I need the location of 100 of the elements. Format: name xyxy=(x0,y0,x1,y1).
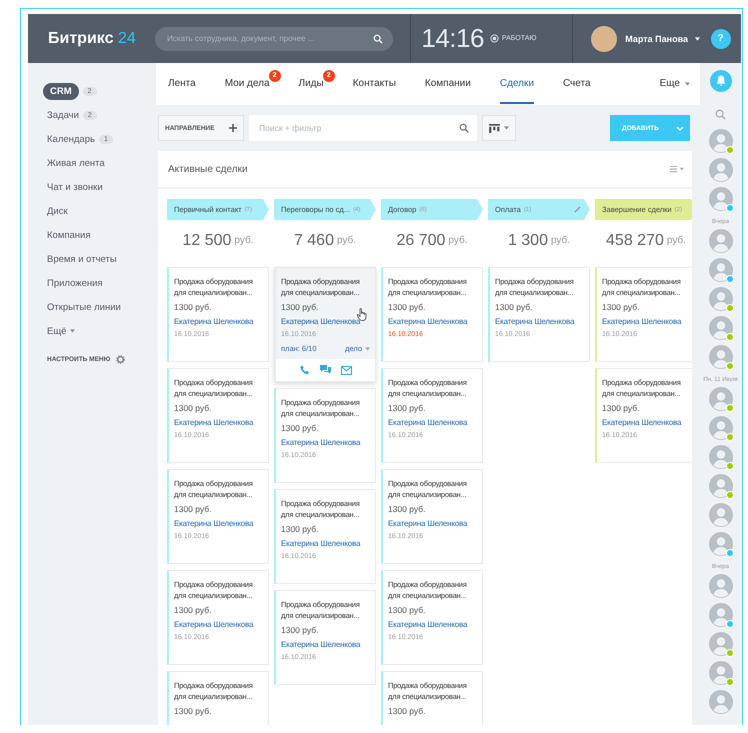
contact-avatar[interactable] xyxy=(708,603,732,627)
deal-price: 1300 руб. xyxy=(174,504,212,514)
tab[interactable]: Лиды xyxy=(298,64,324,104)
search-icon xyxy=(459,123,469,133)
person-link[interactable]: Екатерина Шеленкова xyxy=(174,620,254,629)
menu-icon[interactable] xyxy=(670,166,684,172)
search-bar[interactable]: Искать сотрудника, документ, прочее ... xyxy=(155,26,394,50)
contact-avatar[interactable] xyxy=(708,416,732,440)
deal-price: 1300 руб. xyxy=(388,504,426,514)
deal-price: 1300 руб. xyxy=(388,302,426,312)
person-link[interactable]: Екатерина Шеленкова xyxy=(602,418,682,427)
chat-icon[interactable] xyxy=(320,365,330,375)
search-icon xyxy=(373,34,384,44)
deal-price: 1300 руб. xyxy=(602,403,640,413)
sidebar-item[interactable]: Календарь xyxy=(47,134,95,144)
deal-price: 1300 руб. xyxy=(174,403,212,413)
caret-icon xyxy=(504,126,509,130)
person-link[interactable]: Екатерина Шеленкова xyxy=(388,519,468,528)
search-icon[interactable] xyxy=(715,108,726,120)
contact-avatar[interactable] xyxy=(708,345,732,369)
contact-avatar[interactable] xyxy=(708,387,732,411)
person-link[interactable]: Екатерина Шеленкова xyxy=(495,317,574,326)
sidebar-item[interactable]: Диск xyxy=(47,206,68,216)
chevron-icon xyxy=(676,126,684,130)
person-link[interactable]: Екатерина Шеленкова xyxy=(281,640,360,649)
contact-avatar[interactable] xyxy=(708,661,732,685)
sidebar-item[interactable]: Компания xyxy=(47,230,90,240)
contact-avatar[interactable] xyxy=(708,632,732,656)
deal-price: 1300 руб. xyxy=(281,302,318,312)
person-link[interactable]: Екатерина Шеленкова xyxy=(281,438,360,447)
sidebar-item[interactable]: Ещё xyxy=(47,326,66,336)
caret-icon[interactable] xyxy=(695,36,700,40)
contact-avatar[interactable] xyxy=(708,690,732,714)
sidebar-item[interactable]: Живая лента xyxy=(47,158,105,168)
more-tab[interactable]: Еще xyxy=(660,64,680,104)
contact-avatar[interactable] xyxy=(708,229,732,253)
deal-price: 1300 руб. xyxy=(174,706,212,716)
person-link[interactable]: Екатерина Шеленкова xyxy=(602,317,682,326)
person-link[interactable]: Екатерина Шеленкова xyxy=(388,418,468,427)
contact-avatar[interactable] xyxy=(708,187,732,211)
search-field[interactable]: Искать сотрудника, документ, прочее ... xyxy=(165,28,374,50)
sidebar-item[interactable]: CRM xyxy=(43,82,79,100)
deal-price: 1300 руб. xyxy=(281,524,318,534)
deal-price: 1300 руб. xyxy=(281,625,318,635)
user-name[interactable]: Марта Панова xyxy=(625,34,688,44)
person-link[interactable]: Екатерина Шеленкова xyxy=(388,620,468,629)
record-icon xyxy=(490,34,499,43)
stage-total: 12 500 руб. xyxy=(181,230,254,250)
board-title: Активные сделки xyxy=(168,164,248,174)
stage-total: 458 270 руб. xyxy=(605,230,687,250)
pencil-icon[interactable] xyxy=(574,206,581,213)
tab[interactable]: Мои дела xyxy=(224,64,270,104)
sidebar-item[interactable]: Время и отчеты xyxy=(47,254,117,264)
contact-avatar[interactable] xyxy=(708,158,732,182)
deal-price: 1300 руб. xyxy=(602,302,640,312)
contact-avatar[interactable] xyxy=(708,129,732,153)
contact-avatar[interactable] xyxy=(708,258,732,282)
sidebar-item[interactable]: Чат и звонки xyxy=(47,182,103,192)
stage-total: 7 460 руб. xyxy=(292,230,358,250)
plus-icon xyxy=(229,124,237,132)
sidebar-item[interactable]: Задачи xyxy=(47,110,79,120)
deal-price: 1300 руб. xyxy=(281,423,318,433)
mail-icon[interactable] xyxy=(340,366,352,374)
deal-price: 1300 руб. xyxy=(174,302,212,312)
tab[interactable]: Лента xyxy=(168,64,196,104)
view-switch-button[interactable] xyxy=(482,115,516,141)
contact-avatar[interactable] xyxy=(708,532,732,556)
stage-total: 1 300 руб. xyxy=(506,230,572,250)
deal-price: 1300 руб. xyxy=(174,605,212,615)
contact-avatar[interactable] xyxy=(708,316,732,340)
deal-price: 1300 руб. xyxy=(495,302,532,312)
tab[interactable]: Компании xyxy=(424,64,471,104)
tab[interactable]: Сделки xyxy=(500,64,534,104)
person-link[interactable]: Екатерина Шеленкова xyxy=(281,317,360,326)
sidebar-item[interactable]: Приложения xyxy=(47,278,103,288)
person-link[interactable]: Екатерина Шеленкова xyxy=(174,317,254,326)
caret-icon[interactable] xyxy=(685,82,690,86)
tab[interactable]: Счета xyxy=(562,64,591,104)
caret-icon[interactable] xyxy=(70,329,76,333)
contact-avatar[interactable] xyxy=(708,445,732,469)
deal-price: 1300 руб. xyxy=(388,403,426,413)
person-link[interactable]: Екатерина Шеленкова xyxy=(174,418,254,427)
contact-avatar[interactable] xyxy=(708,503,732,527)
user-avatar[interactable] xyxy=(591,26,618,52)
contact-avatar[interactable] xyxy=(708,287,732,311)
contact-avatar[interactable] xyxy=(708,574,732,598)
logo[interactable]: Битрикс 24 xyxy=(28,30,156,48)
person-link[interactable]: Екатерина Шеленкова xyxy=(174,519,254,528)
clock-time: 14:16 xyxy=(421,23,484,54)
person-link[interactable]: Екатерина Шеленкова xyxy=(388,317,468,326)
bell-icon[interactable] xyxy=(710,70,732,92)
settings-icon[interactable] xyxy=(116,355,126,364)
tab[interactable]: Контакты xyxy=(352,64,396,104)
phone-icon[interactable] xyxy=(300,365,310,375)
deal-price: 1300 руб. xyxy=(388,706,426,716)
filter-bar[interactable]: Поиск + фильтр xyxy=(249,115,477,141)
person-link[interactable]: Екатерина Шеленкова xyxy=(281,539,360,548)
sidebar-item[interactable]: Открытые линии xyxy=(47,302,121,312)
deal-price: 1300 руб. xyxy=(388,605,426,615)
contact-avatar[interactable] xyxy=(708,474,732,498)
